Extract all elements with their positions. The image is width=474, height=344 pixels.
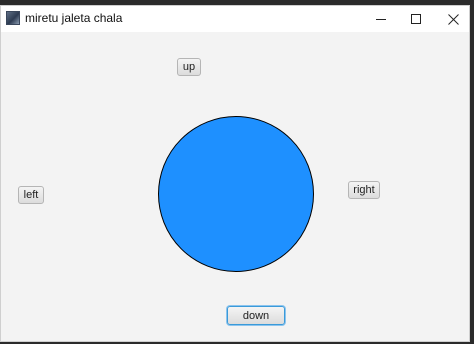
app-icon: [6, 11, 20, 25]
ball-circle: [158, 116, 314, 272]
maximize-button[interactable]: [398, 6, 434, 32]
minimize-icon: [376, 18, 386, 20]
title-bar[interactable]: miretu jaleta chala: [1, 6, 469, 32]
right-button[interactable]: right: [348, 181, 380, 199]
close-icon: [447, 13, 459, 25]
close-button[interactable]: [435, 6, 471, 32]
down-button[interactable]: down: [227, 306, 285, 325]
left-button[interactable]: left: [18, 186, 44, 204]
up-button[interactable]: up: [177, 58, 201, 76]
window-title: miretu jaleta chala: [25, 11, 123, 25]
app-window: miretu jaleta chala up left right down: [0, 5, 470, 342]
minimize-button[interactable]: [363, 6, 399, 32]
content-pane: up left right down: [1, 32, 469, 341]
maximize-icon: [411, 14, 421, 24]
